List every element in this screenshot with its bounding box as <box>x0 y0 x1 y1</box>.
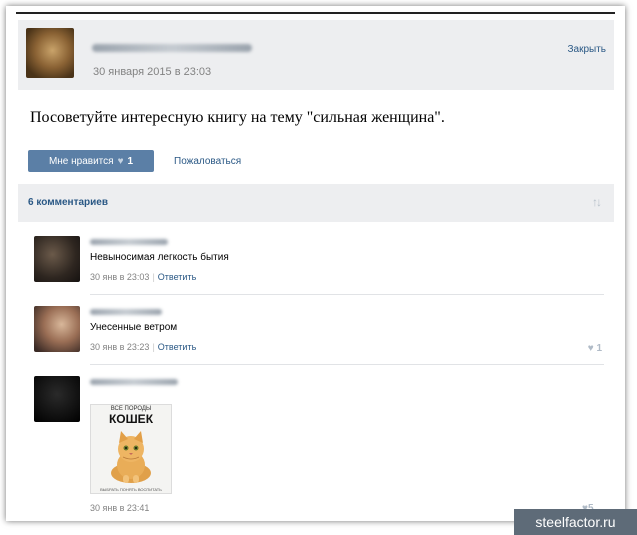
comment-time[interactable]: 30 янв в 23:23 <box>90 342 149 352</box>
comment-like-count: 1 <box>596 343 602 354</box>
meta-separator: | <box>152 272 155 282</box>
post-text: Посоветуйте интересную книгу на тему "си… <box>30 109 445 126</box>
report-link[interactable]: Пожаловаться <box>174 156 241 167</box>
commenter-avatar[interactable] <box>34 306 80 352</box>
like-label: Мне нравится <box>48 155 114 167</box>
comment-item: Унесенные ветром 30 янв в 23:23 | Ответить… <box>28 306 606 356</box>
like-count: 1 <box>127 155 134 167</box>
author-avatar[interactable] <box>26 28 74 78</box>
commenter-name-blurred[interactable] <box>90 379 178 385</box>
cat-illustration <box>111 431 151 483</box>
comment-text: Унесенные ветром <box>90 322 178 333</box>
post-header: 30 января 2015 в 23:03 Закрыть <box>18 20 614 90</box>
comment-time[interactable]: 30 янв в 23:41 <box>90 503 149 513</box>
meta-separator: | <box>152 342 155 352</box>
book-cover-image[interactable]: ВСЕ ПОРОДЫ КОШЕК ВЫБРАТЬ ПОНЯТЬ ВОСПИТАТ… <box>90 404 172 494</box>
comment-item: Невыносимая легкость бытия 30 янв в 23:0… <box>28 236 606 286</box>
heart-icon: ♥ <box>587 343 594 354</box>
watermark: steelfactor.ru <box>514 509 637 535</box>
close-button[interactable]: Закрыть <box>567 44 606 55</box>
sort-arrows-icon[interactable]: ↑↓ <box>592 195 602 209</box>
book-title: КОШЕК <box>108 412 154 426</box>
reply-link[interactable]: Ответить <box>158 272 196 282</box>
comments-header: 6 комментариев ↑↓ <box>18 184 614 222</box>
comment-time[interactable]: 30 янв в 23:03 <box>90 272 149 282</box>
top-divider <box>16 12 615 14</box>
comment-divider <box>90 294 604 295</box>
comment-like[interactable]: ♥ 1 <box>588 343 602 354</box>
author-name-blurred[interactable] <box>92 44 252 52</box>
comments-count[interactable]: 6 комментариев <box>28 197 108 208</box>
commenter-name-blurred[interactable] <box>90 239 168 245</box>
commenter-name-blurred[interactable] <box>90 309 162 315</box>
commenter-avatar[interactable] <box>34 236 80 282</box>
post-card: 30 января 2015 в 23:03 Закрыть Посоветуй… <box>6 6 625 521</box>
reply-link[interactable]: Ответить <box>158 342 196 352</box>
comment-text: Невыносимая легкость бытия <box>90 252 229 263</box>
comment-divider <box>90 364 604 365</box>
commenter-avatar[interactable] <box>34 376 80 422</box>
heart-icon: ♥ <box>117 155 124 167</box>
book-bottom-text: ВЫБРАТЬ ПОНЯТЬ ВОСПИТАТЬ <box>100 487 162 492</box>
like-button[interactable]: Мне нравится ♥ 1 <box>28 150 154 172</box>
comment-meta: 30 янв в 23:03 | Ответить <box>90 272 196 282</box>
comment-meta: 30 янв в 23:23 | Ответить <box>90 342 196 352</box>
post-date[interactable]: 30 января 2015 в 23:03 <box>93 66 211 78</box>
